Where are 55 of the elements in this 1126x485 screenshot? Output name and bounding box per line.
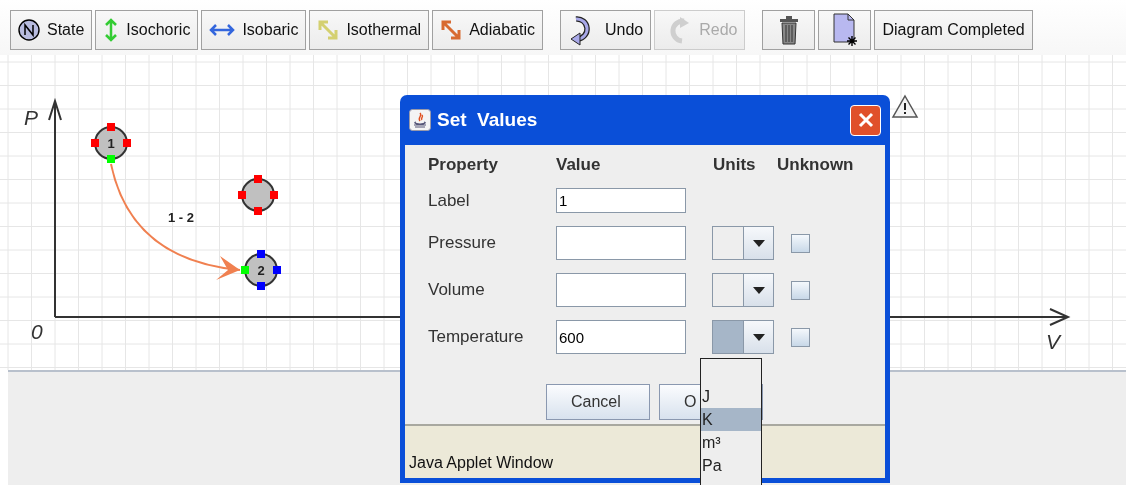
caret-icon — [752, 286, 765, 294]
unknown-checkbox[interactable] — [791, 280, 810, 300]
units-dropdown[interactable] — [712, 226, 774, 260]
property-label: Temperature — [428, 327, 525, 347]
process-label: 1 - 2 — [168, 210, 194, 225]
column-header: Unknown — [776, 155, 855, 175]
unknown-checkbox[interactable] — [791, 327, 810, 347]
units-dropdown[interactable] — [712, 320, 774, 354]
connection-handle[interactable] — [241, 266, 249, 274]
close-button[interactable] — [850, 104, 881, 136]
tool-button[interactable]: Isobaric — [201, 10, 307, 50]
diagonal-arrow-icon — [317, 19, 340, 41]
axis-label: V — [1046, 330, 1060, 353]
status-text: Java Applet Window — [409, 454, 554, 472]
column-header: Units — [712, 155, 757, 175]
list-item[interactable]: Pa — [701, 454, 761, 477]
connection-handle[interactable] — [107, 155, 115, 163]
caret-icon — [752, 239, 765, 247]
unknown-checkbox[interactable] — [791, 233, 810, 253]
caret-icon — [752, 333, 765, 341]
units-dropdown[interactable] — [712, 273, 774, 307]
list-item[interactable]: K — [701, 408, 761, 431]
handle-markers[interactable] — [91, 123, 131, 147]
axis-label: P — [24, 106, 38, 129]
list-item[interactable]: m³ — [701, 431, 761, 454]
diagonal-arrow-icon — [440, 19, 463, 41]
tool-button[interactable]: Isochoric — [95, 10, 199, 50]
vertical-arrow-icon — [103, 18, 120, 42]
new-document-icon — [830, 12, 859, 48]
axis-label: 0 — [31, 320, 43, 343]
column-header: Value — [556, 155, 602, 175]
dialog-button[interactable]: Cancel — [546, 384, 650, 420]
value-field[interactable]: 1 — [556, 188, 686, 213]
horizontal-arrow-icon — [209, 22, 236, 38]
dialog-title: Set Values — [437, 109, 539, 131]
value-field[interactable]: 600 — [556, 320, 686, 354]
tool-button[interactable]: State — [10, 10, 93, 50]
column-header: Property — [428, 155, 499, 175]
property-label: Volume — [428, 280, 486, 300]
delete-button[interactable] — [762, 10, 816, 50]
diagram-completed-button[interactable]: Diagram Completed — [874, 10, 1033, 50]
new-button[interactable] — [818, 10, 872, 50]
property-label: Label — [428, 190, 471, 211]
java-icon — [409, 109, 431, 131]
list-item[interactable]: J — [701, 385, 761, 408]
tool-button[interactable]: Isothermal — [309, 10, 430, 50]
value-field[interactable] — [556, 273, 686, 307]
state-label: 2 — [257, 263, 265, 278]
tool-button[interactable]: Adiabatic — [432, 10, 543, 50]
property-label: Pressure — [428, 233, 498, 253]
handle-markers[interactable] — [257, 250, 281, 290]
undo-button[interactable]: Undo — [559, 10, 652, 50]
n-circle-icon — [18, 19, 40, 41]
state-label: 1 — [107, 136, 115, 151]
value-field[interactable] — [556, 226, 686, 260]
